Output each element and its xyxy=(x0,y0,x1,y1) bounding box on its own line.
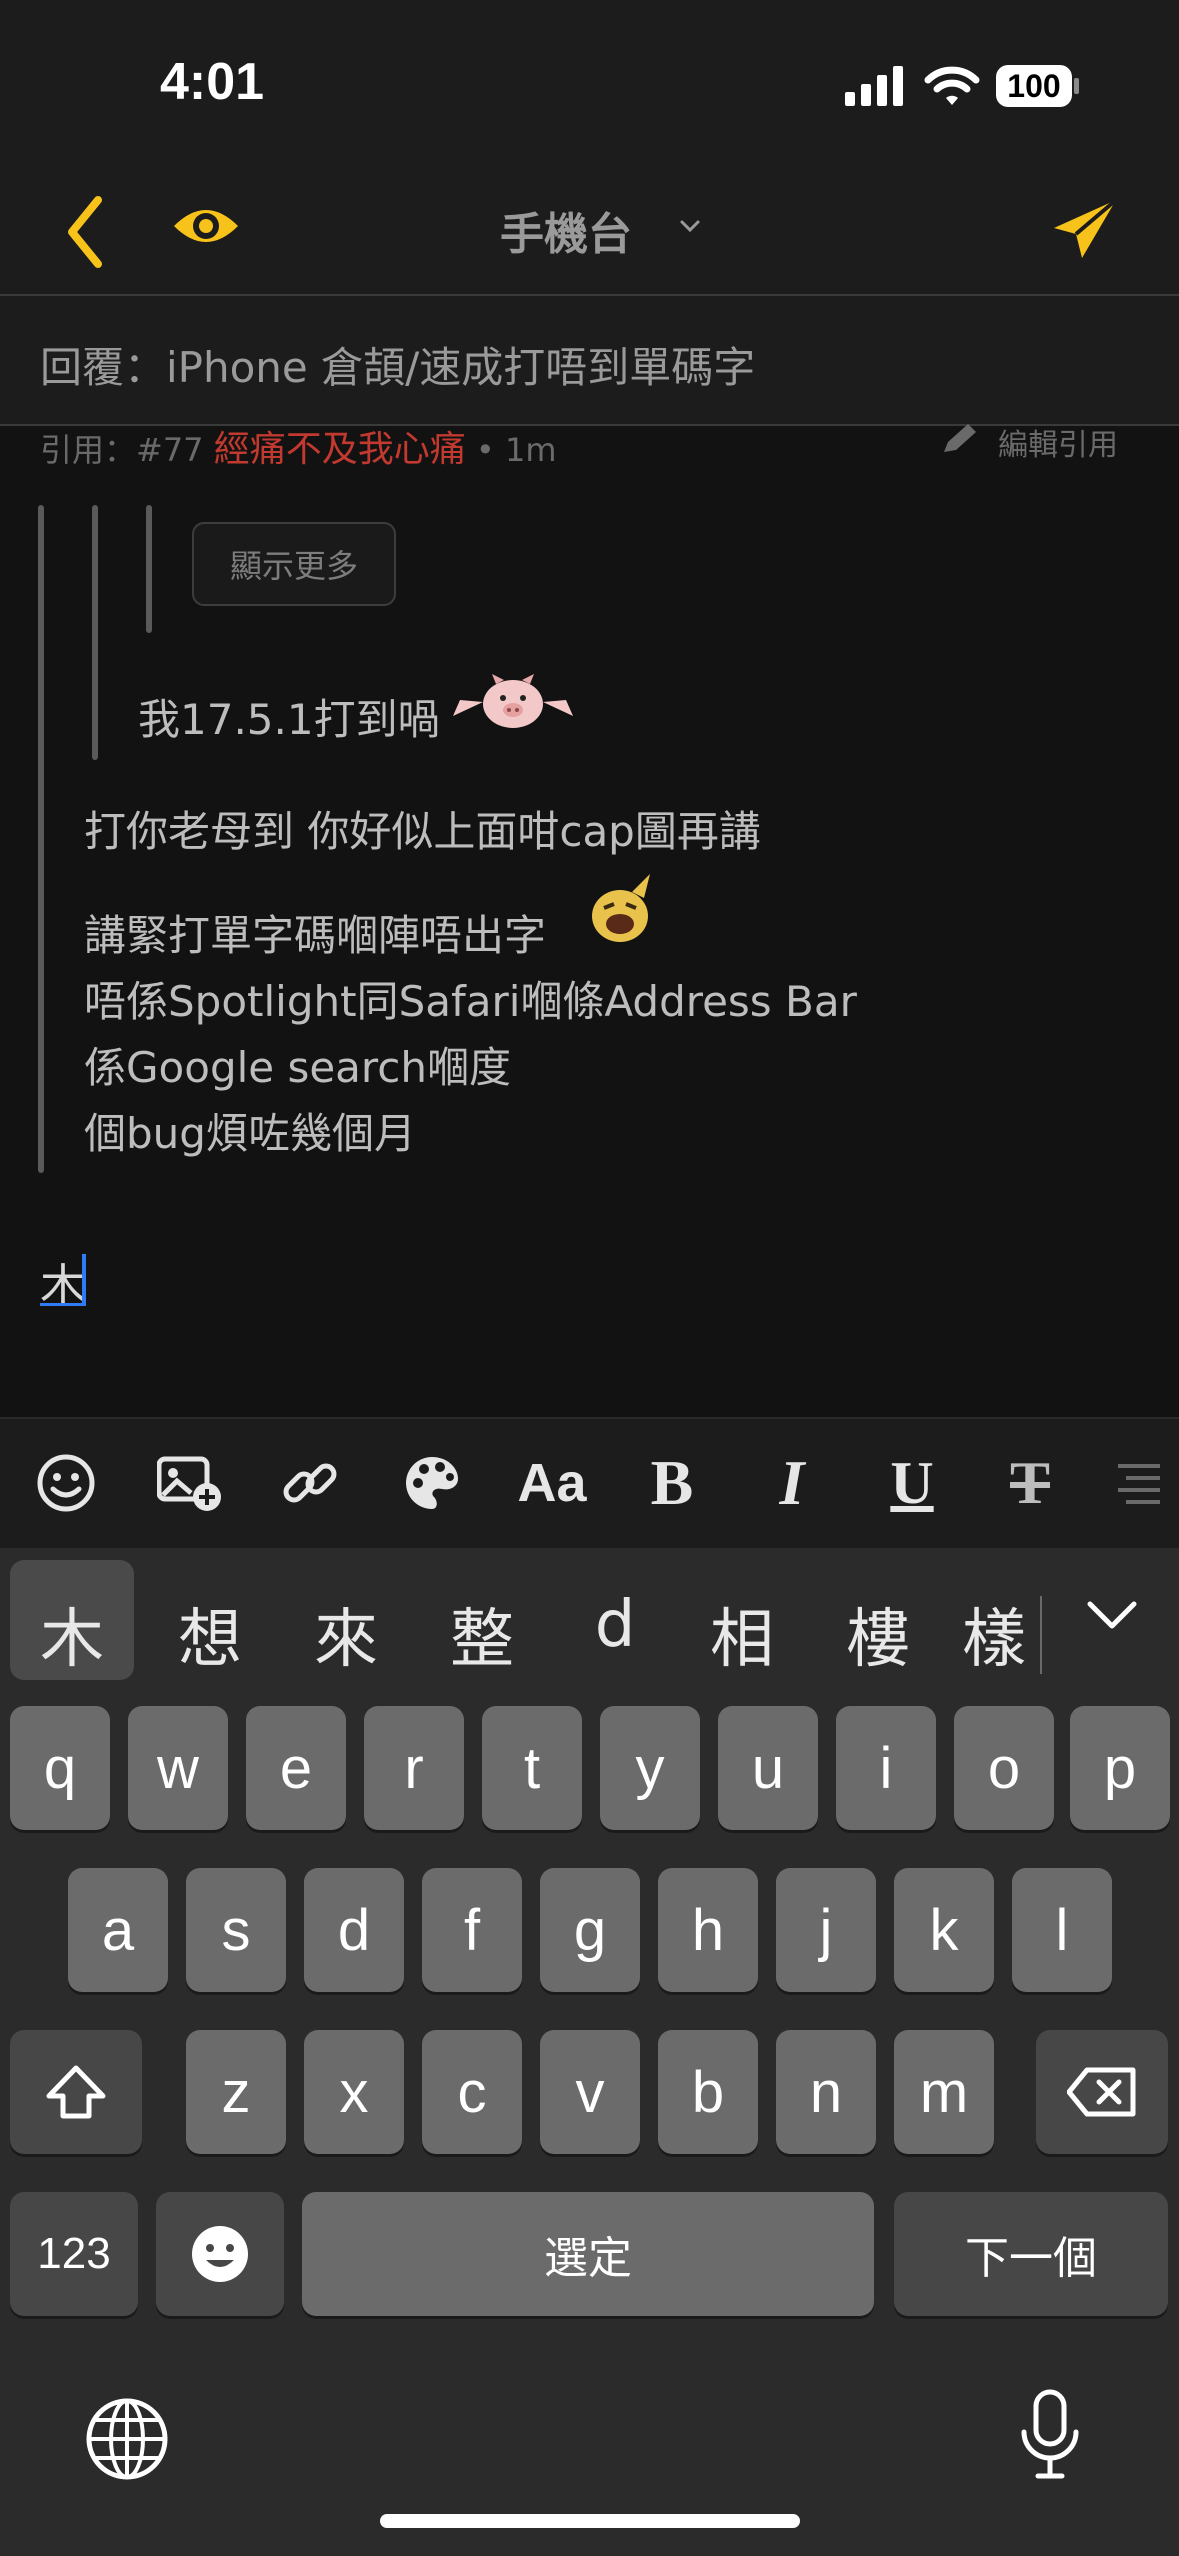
key-w[interactable]: w xyxy=(128,1706,228,1830)
key-m[interactable]: m xyxy=(894,2030,994,2154)
preview-eye-icon[interactable] xyxy=(170,200,242,252)
key-g[interactable]: g xyxy=(540,1868,640,1992)
emoji-face-icon xyxy=(192,2226,248,2282)
backspace-icon xyxy=(1067,2067,1136,2117)
palette-icon[interactable] xyxy=(392,1443,472,1523)
quote-meta: 引用：#77 經痛不及我心痛 • 1m xyxy=(40,420,556,472)
key-h[interactable]: h xyxy=(658,1868,758,1992)
key-n[interactable]: n xyxy=(776,2030,876,2154)
key-j[interactable]: j xyxy=(776,1868,876,1992)
key-t[interactable]: t xyxy=(482,1706,582,1830)
key-s[interactable]: s xyxy=(186,1868,286,1992)
underline-icon[interactable]: U xyxy=(872,1443,952,1523)
key-i[interactable]: i xyxy=(836,1706,936,1830)
image-icon[interactable] xyxy=(150,1443,230,1523)
quote-line-1: 打你老母到 你好似上面咁cap圖再講 xyxy=(84,807,761,856)
italic-icon[interactable]: I xyxy=(752,1443,832,1523)
quote-author[interactable]: 經痛不及我心痛 xyxy=(214,429,466,470)
candidate-3[interactable]: 整 xyxy=(432,1588,532,1680)
candidate-4[interactable]: d xyxy=(580,1588,650,1662)
quote-line-3: 唔係Spotlight同Safari嗰條Address Bar xyxy=(84,977,857,1026)
edit-quote-button[interactable]: 編輯引用 xyxy=(998,420,1118,464)
align-icon[interactable] xyxy=(1110,1443,1179,1523)
key-d[interactable]: d xyxy=(304,1868,404,1992)
status-time: 4:01 xyxy=(160,53,265,111)
key-k[interactable]: k xyxy=(894,1868,994,1992)
quote-inner-line: 我17.5.1打到喎 xyxy=(138,695,440,744)
quote-bar-inner xyxy=(146,505,152,633)
key-p[interactable]: p xyxy=(1070,1706,1170,1830)
candidate-2[interactable]: 來 xyxy=(296,1588,396,1680)
emoji-icon[interactable] xyxy=(26,1443,106,1523)
key-q[interactable]: q xyxy=(10,1706,110,1830)
delete-key[interactable] xyxy=(1036,2030,1168,2154)
chevron-down-icon[interactable] xyxy=(678,214,702,238)
key-b[interactable]: b xyxy=(658,2030,758,2154)
key-x[interactable]: x xyxy=(304,2030,404,2154)
laughing-sticker-icon xyxy=(592,874,650,942)
key-f[interactable]: f xyxy=(422,1868,522,1992)
channel-title[interactable]: 手機台 xyxy=(500,198,632,262)
wifi-icon xyxy=(924,66,980,105)
home-indicator[interactable] xyxy=(380,2514,800,2528)
key-e[interactable]: e xyxy=(246,1706,346,1830)
quote-line-5: 個bug煩咗幾個月 xyxy=(84,1109,416,1158)
candidate-5[interactable]: 相 xyxy=(692,1588,792,1680)
globe-icon[interactable] xyxy=(84,2396,170,2482)
show-more-button[interactable]: 顯示更多 xyxy=(192,522,396,606)
link-icon[interactable] xyxy=(270,1443,350,1523)
quote-prefix: 引用：#77 xyxy=(40,431,214,469)
key-y[interactable]: y xyxy=(600,1706,700,1830)
next-key[interactable]: 下一個 xyxy=(894,2192,1168,2316)
quote-time: • 1m xyxy=(465,431,557,469)
font-size-icon[interactable]: Aa xyxy=(512,1443,592,1523)
battery-level: 100 xyxy=(1007,68,1061,104)
marked-text-underline xyxy=(40,1303,86,1306)
pencil-icon[interactable] xyxy=(940,422,980,456)
candidate-separator xyxy=(1040,1596,1042,1674)
key-z[interactable]: z xyxy=(186,2030,286,2154)
emoji-key[interactable] xyxy=(156,2192,284,2316)
text-caret xyxy=(82,1254,86,1304)
shift-arrow-icon xyxy=(46,2065,106,2119)
candidate-7[interactable]: 樣 xyxy=(962,1588,1040,1680)
space-select-key[interactable]: 選定 xyxy=(302,2192,874,2316)
subject-text[interactable]: 回覆：iPhone 倉頡/速成打唔到單碼字 xyxy=(40,334,755,395)
send-icon[interactable] xyxy=(1050,196,1120,262)
key-a[interactable]: a xyxy=(68,1868,168,1992)
battery-indicator: 100 xyxy=(995,64,1080,108)
strikethrough-icon[interactable]: T xyxy=(990,1443,1070,1523)
cellular-signal-icon xyxy=(845,66,903,106)
key-l[interactable]: l xyxy=(1012,1868,1112,1992)
quote-bar-middle xyxy=(92,505,98,760)
shift-key[interactable] xyxy=(10,2030,142,2154)
candidate-6[interactable]: 樓 xyxy=(828,1588,928,1680)
key-o[interactable]: o xyxy=(954,1706,1054,1830)
pig-sticker-icon xyxy=(453,674,573,728)
numbers-key[interactable]: 123 xyxy=(10,2192,138,2316)
compose-text[interactable]: 木 xyxy=(40,1250,86,1316)
candidate-0[interactable]: 木 xyxy=(10,1588,134,1680)
key-r[interactable]: r xyxy=(364,1706,464,1830)
microphone-icon[interactable] xyxy=(1018,2388,1082,2480)
back-chevron-icon[interactable] xyxy=(62,192,112,272)
key-u[interactable]: u xyxy=(718,1706,818,1830)
chevron-down-icon[interactable] xyxy=(1084,1596,1140,1636)
quote-line-2: 講緊打單字碼嗰陣唔出字 xyxy=(84,911,547,960)
candidate-1[interactable]: 想 xyxy=(160,1588,260,1680)
quote-bar-outer xyxy=(38,505,44,1173)
key-v[interactable]: v xyxy=(540,2030,640,2154)
quote-line-4: 係Google search嗰度 xyxy=(84,1043,511,1092)
bold-icon[interactable]: B xyxy=(632,1443,712,1523)
key-c[interactable]: c xyxy=(422,2030,522,2154)
